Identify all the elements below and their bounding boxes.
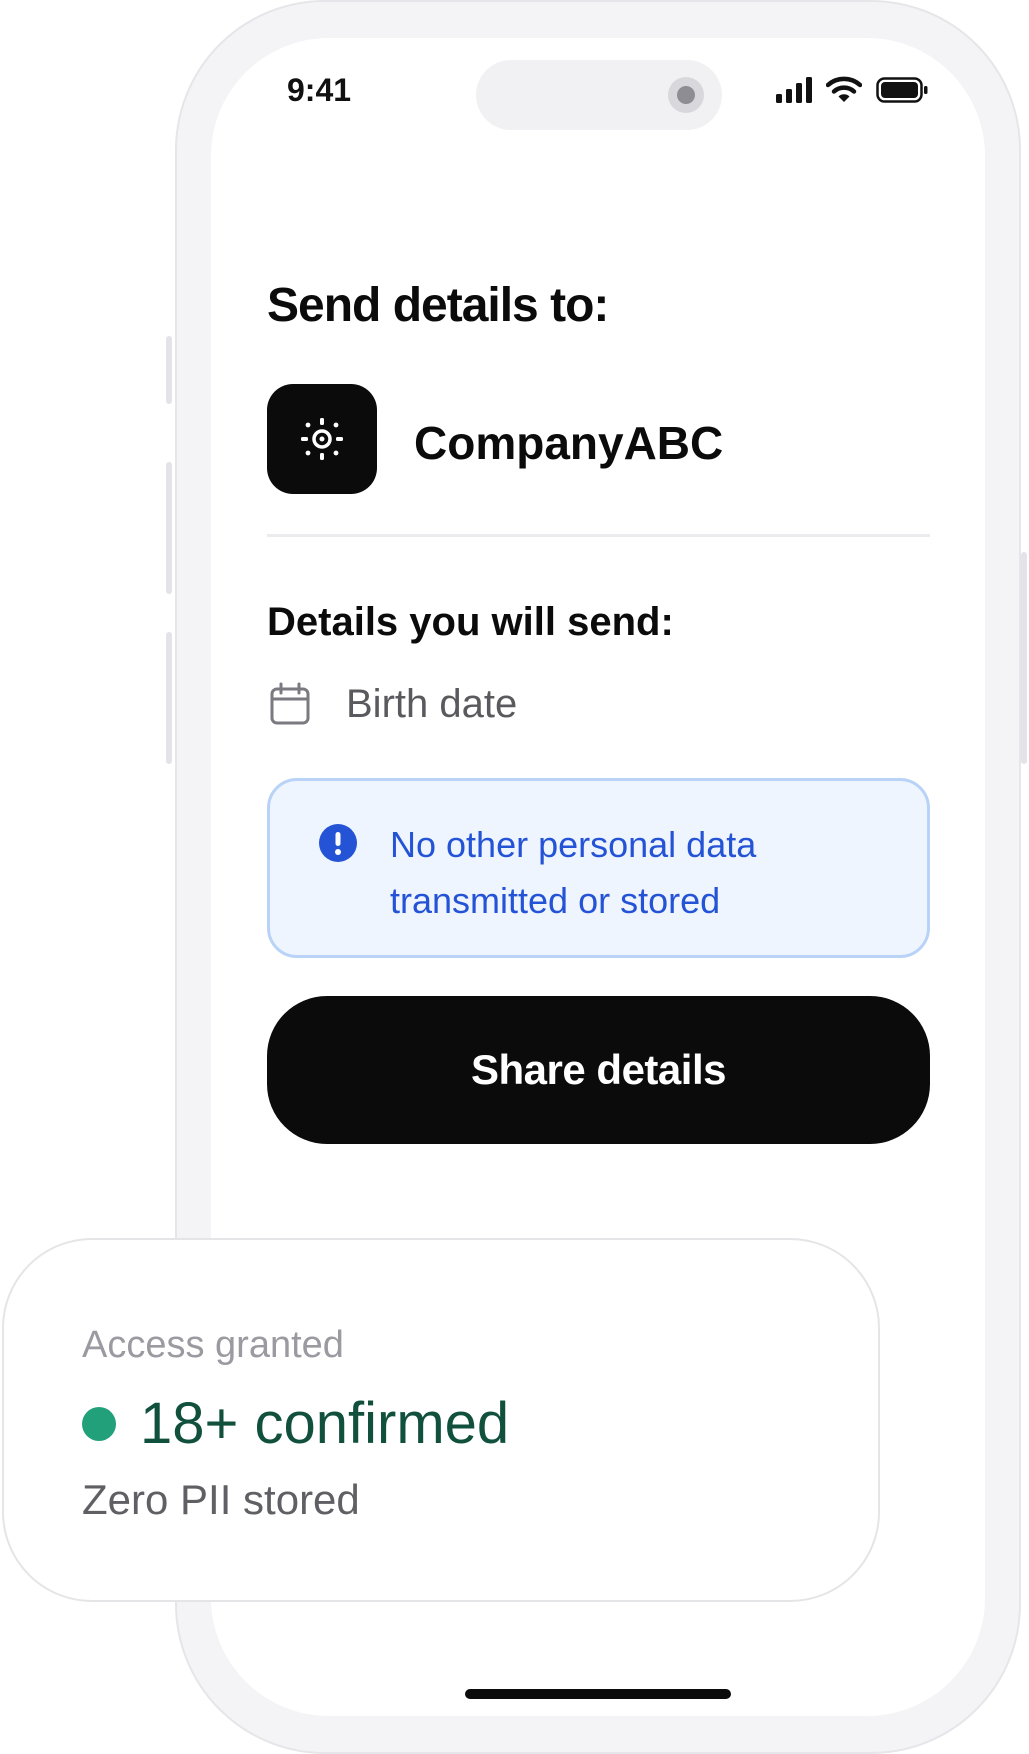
calendar-icon: [269, 682, 311, 731]
card-label: Access granted: [82, 1324, 344, 1366]
page-title: Send details to:: [267, 279, 609, 332]
status-time: 9:41: [287, 72, 352, 108]
phone-volume-up-button: [166, 462, 172, 594]
details-heading: Details you will send:: [267, 600, 674, 644]
share-details-button[interactable]: Share details: [267, 996, 930, 1144]
notice-text: No other personal data transmitted or st…: [390, 824, 757, 921]
status-dot-icon: [82, 1407, 116, 1441]
info-alert-icon: [318, 823, 358, 868]
phone-volume-down-button: [166, 632, 172, 764]
sun-icon: [301, 418, 343, 460]
company-logo: [267, 384, 377, 494]
company-name: CompanyABC: [414, 417, 724, 469]
wifi-icon: [825, 76, 863, 109]
confirmation-card: Access granted 18+ confirmed Zero PII st…: [2, 1238, 880, 1602]
dynamic-island: [476, 60, 722, 130]
privacy-notice: No other personal data transmitted or st…: [267, 778, 930, 958]
status-icons: [776, 76, 928, 109]
camera-icon: [668, 77, 704, 113]
home-indicator[interactable]: [465, 1689, 731, 1699]
divider: [267, 534, 930, 537]
card-status-value: 18+ confirmed: [140, 1391, 510, 1456]
phone-power-button: [1021, 552, 1027, 764]
detail-item-birth-date: Birth date: [346, 682, 518, 726]
signal-icon: [776, 77, 812, 108]
card-subtext: Zero PII stored: [82, 1476, 360, 1523]
battery-icon: [876, 77, 928, 108]
phone-action-button: [166, 336, 172, 404]
